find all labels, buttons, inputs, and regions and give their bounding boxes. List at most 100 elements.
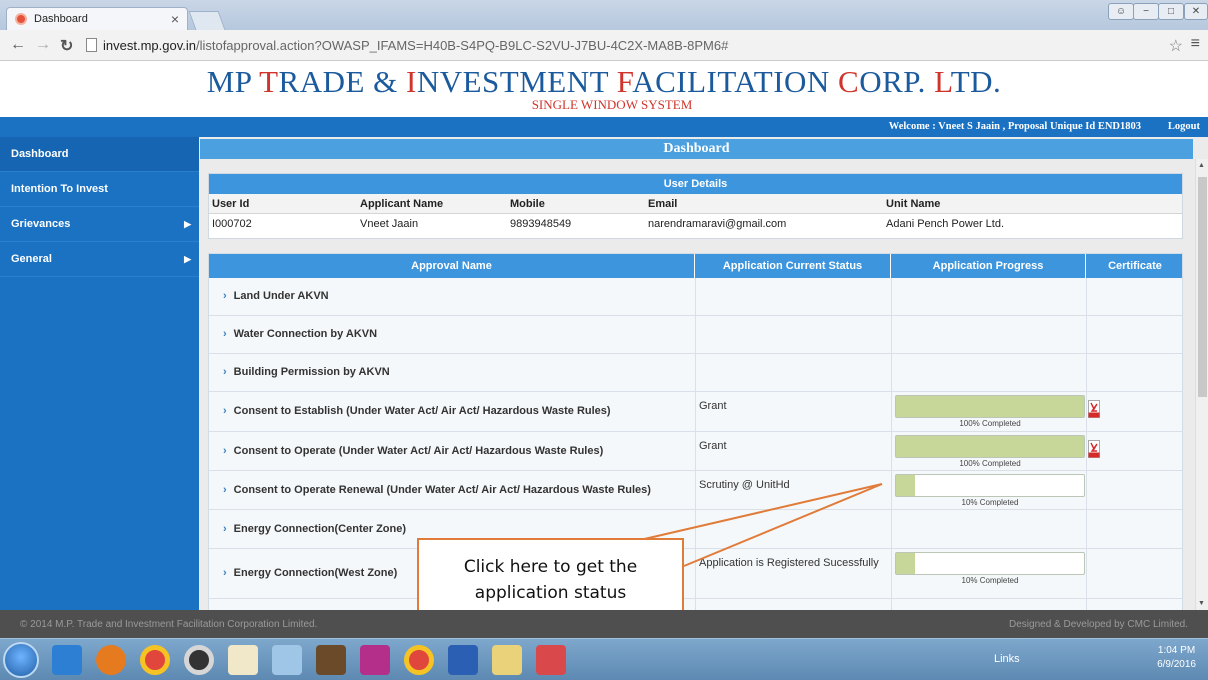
application-status: Grant: [699, 440, 727, 452]
approval-name[interactable]: › Water Connection by AKVN: [223, 328, 377, 340]
chrome-icon[interactable]: [404, 645, 434, 675]
column-divider: [695, 432, 696, 470]
user-icon[interactable]: ☺: [1108, 3, 1134, 20]
address-bar[interactable]: invest.mp.gov.in/listofapproval.action?O…: [86, 35, 1166, 56]
sidebar-item-grievances[interactable]: Grievances ▶: [0, 207, 199, 242]
maximize-button[interactable]: □: [1158, 3, 1184, 20]
scroll-up-icon[interactable]: ▲: [1198, 162, 1205, 169]
scroll-down-icon[interactable]: ▼: [1198, 600, 1205, 607]
approval-name[interactable]: › Consent to Establish (Under Water Act/ …: [223, 405, 611, 417]
new-tab-button[interactable]: [188, 11, 226, 30]
approval-name[interactable]: › Consent to Operate (Under Water Act/ Ai…: [223, 445, 603, 457]
logout-link[interactable]: Logout: [1168, 121, 1200, 132]
column-header: User Id: [212, 198, 250, 210]
approval-name[interactable]: › Consent to Operate Renewal (Under Water…: [223, 484, 651, 496]
column-divider: [695, 354, 696, 391]
pdf-download-icon[interactable]: [1088, 400, 1100, 418]
progress-bar[interactable]: [895, 395, 1085, 418]
approval-name[interactable]: › Land Under AKVN: [223, 290, 329, 302]
column-divider: [695, 316, 696, 353]
user-details-row: I000702 Vneet Jaain 9893948549 narendram…: [209, 214, 1182, 234]
media-player-icon[interactable]: [184, 645, 214, 675]
system-tray: Links 1:04 PM 6/9/2016: [978, 639, 1208, 680]
progress-bar[interactable]: [895, 552, 1085, 575]
approvals-header-row: Approval Name Application Current Status…: [209, 254, 1182, 278]
sidebar-item-intention-to-invest[interactable]: Intention To Invest: [0, 172, 199, 207]
column-divider: [891, 510, 892, 548]
minimize-button[interactable]: −: [1133, 3, 1159, 20]
chrome-icon[interactable]: [140, 645, 170, 675]
approval-row[interactable]: › Consent to Establish (Under Water Act/ …: [209, 392, 1182, 432]
reload-icon[interactable]: ↻: [60, 36, 73, 56]
approval-name[interactable]: › Energy Connection(Center Zone): [223, 523, 406, 535]
app-icon[interactable]: [316, 645, 346, 675]
column-divider: [695, 471, 696, 509]
vertical-scrollbar[interactable]: ▲ ▼: [1195, 159, 1208, 610]
applicant-name-value: Vneet Jaain: [360, 218, 419, 230]
approval-name-label: Energy Connection(Center Zone): [233, 523, 407, 535]
start-button[interactable]: [3, 642, 39, 678]
column-divider: [695, 599, 696, 610]
firefox-icon[interactable]: [96, 645, 126, 675]
browser-menu-icon[interactable]: ≡: [1191, 35, 1200, 53]
approval-name[interactable]: › Energy Connection(West Zone): [223, 567, 397, 579]
chevron-right-icon: ›: [223, 405, 227, 417]
column-divider: [1086, 599, 1087, 610]
progress-fill: [896, 553, 915, 574]
footer: © 2014 M.P. Trade and Investment Facilit…: [0, 610, 1208, 638]
approval-row[interactable]: › Energy Connection(West Zone) Application…: [209, 549, 1182, 599]
unit-name-value: Adani Pench Power Ltd.: [886, 218, 1005, 230]
paint-icon[interactable]: [272, 645, 302, 675]
chevron-right-icon: ›: [223, 445, 227, 457]
approval-row[interactable]: › Building Permission by AKVN: [209, 354, 1182, 392]
approval-row[interactable]: ›Energy Connection(East Zone): [209, 599, 1182, 610]
pdf-app-icon[interactable]: [536, 645, 566, 675]
application-status: Scrutiny @ UnitHd: [699, 479, 790, 491]
approval-row[interactable]: › Energy Connection(Center Zone): [209, 510, 1182, 549]
approval-name-label: Consent to Operate Renewal (Under Water …: [233, 484, 651, 496]
approvals-table: Approval Name Application Current Status…: [208, 253, 1183, 610]
bookmark-star-icon[interactable]: ☆: [1169, 36, 1183, 56]
column-divider: [891, 599, 892, 610]
column-header: Mobile: [510, 198, 545, 210]
sidebar-item-dashboard[interactable]: Dashboard: [0, 137, 199, 172]
column-divider: [1086, 510, 1087, 548]
chevron-right-icon: ›: [223, 523, 227, 535]
browser-tab[interactable]: Dashboard ×: [6, 7, 188, 30]
column-divider: [1086, 354, 1087, 391]
approval-row[interactable]: › Consent to Operate (Under Water Act/ Ai…: [209, 432, 1182, 471]
browser-tab-bar: Dashboard × ☺ − □ ✕: [0, 0, 1208, 30]
folder-icon[interactable]: [492, 645, 522, 675]
approval-row[interactable]: › Consent to Operate Renewal (Under Water…: [209, 471, 1182, 510]
progress-label: 100% Completed: [959, 459, 1021, 468]
url-host: invest.mp.gov.in: [103, 38, 196, 53]
back-arrow-icon[interactable]: ←: [10, 36, 26, 54]
internet-explorer-icon[interactable]: [52, 645, 82, 675]
page-title: Dashboard: [200, 139, 1193, 159]
links-toolbar[interactable]: Links: [994, 653, 1020, 665]
column-header: Approval Name: [209, 254, 695, 278]
app-icon[interactable]: [360, 645, 390, 675]
tab-title: Dashboard: [34, 13, 88, 25]
tab-close-icon[interactable]: ×: [171, 11, 179, 27]
application-status: Application is Registered Sucessfully: [699, 557, 879, 569]
footer-credit: Designed & Developed by CMC Limited.: [1009, 619, 1188, 630]
approval-name[interactable]: › Building Permission by AKVN: [223, 366, 390, 378]
pdf-download-icon[interactable]: [1088, 440, 1100, 458]
email-value: narendramaravi@gmail.com: [648, 218, 787, 230]
close-window-button[interactable]: ✕: [1184, 3, 1208, 20]
column-divider: [1086, 316, 1087, 353]
progress-bar[interactable]: [895, 474, 1085, 497]
sidebar-item-general[interactable]: General ▶: [0, 242, 199, 277]
word-icon[interactable]: [448, 645, 478, 675]
url-path: /listofapproval.action?OWASP_IFAMS=H40B-…: [195, 38, 729, 53]
clock[interactable]: 1:04 PM 6/9/2016: [1157, 644, 1196, 672]
approval-row[interactable]: › Water Connection by AKVN: [209, 316, 1182, 354]
callout-text: Click here to get the application status: [463, 557, 638, 603]
scrollbar-thumb[interactable]: [1198, 177, 1207, 397]
approval-row[interactable]: › Land Under AKVN: [209, 278, 1182, 316]
forward-arrow-icon[interactable]: →: [35, 36, 51, 54]
site-subtitle: SINGLE WINDOW SYSTEM: [531, 97, 693, 112]
progress-bar[interactable]: [895, 435, 1085, 458]
notepad-icon[interactable]: [228, 645, 258, 675]
